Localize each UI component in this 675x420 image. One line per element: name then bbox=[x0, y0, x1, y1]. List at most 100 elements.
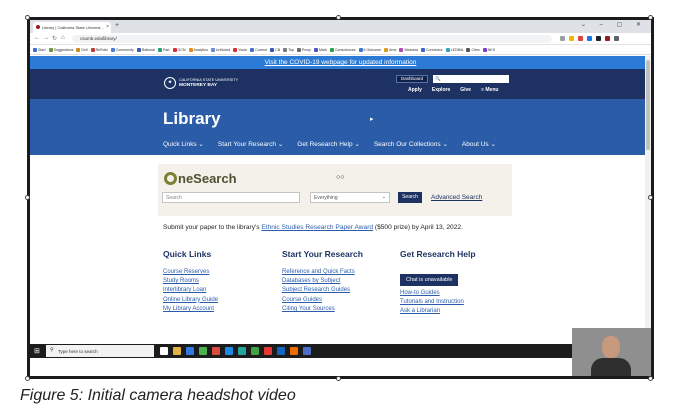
taskbar-app-icon[interactable] bbox=[238, 347, 246, 355]
extension-icon[interactable] bbox=[560, 36, 565, 41]
bookmark-favicon-icon bbox=[421, 47, 426, 52]
site-nav-item[interactable]: Apply bbox=[408, 87, 422, 93]
bookmark-item[interactable]: Community bbox=[110, 47, 134, 52]
resize-handle[interactable] bbox=[648, 195, 653, 200]
page-scrollbar[interactable] bbox=[645, 56, 651, 344]
url-input[interactable]: csumb.edu/library/ bbox=[72, 35, 552, 43]
reload-icon[interactable]: ↻ bbox=[52, 35, 57, 42]
covid-banner-link[interactable]: Visit the COVID-19 webpage for updated i… bbox=[30, 56, 651, 69]
bookmark-item[interactable]: GCN bbox=[172, 47, 186, 52]
resize-handle[interactable] bbox=[25, 195, 30, 200]
extension-icon[interactable] bbox=[569, 36, 574, 41]
column-link[interactable]: Tutorials and Instruction bbox=[400, 298, 476, 307]
extension-icon[interactable] bbox=[587, 36, 592, 41]
resize-handle[interactable] bbox=[648, 376, 653, 381]
bookmark-item[interactable]: Start bbox=[33, 47, 46, 52]
bookmark-item[interactable]: Ame bbox=[384, 47, 396, 52]
site-nav-item[interactable]: Explore bbox=[432, 87, 450, 93]
bookmark-item[interactable]: Cites bbox=[466, 47, 480, 52]
library-tab[interactable]: Search Our Collections ⌄ bbox=[374, 140, 448, 148]
column-link[interactable]: Online Library Guide bbox=[163, 296, 218, 305]
bookmark-item[interactable]: It Outcome bbox=[358, 47, 381, 52]
browser-tab-bar: Library | California State Universi... ×… bbox=[30, 20, 651, 33]
column-link[interactable]: Databases by Subject bbox=[282, 277, 363, 286]
bookmark-item[interactable]: Meadow bbox=[399, 47, 418, 52]
browser-tab[interactable]: Library | California State Universi... × bbox=[33, 22, 111, 33]
taskbar-app-icon[interactable] bbox=[303, 347, 311, 355]
extension-icon[interactable] bbox=[578, 36, 583, 41]
column-link[interactable]: Subject Research Guides bbox=[282, 286, 363, 295]
column-link[interactable]: My Library Account bbox=[163, 305, 218, 314]
scrollbar-thumb[interactable] bbox=[646, 60, 650, 150]
resize-handle[interactable] bbox=[25, 376, 30, 381]
taskbar-app-icon[interactable] bbox=[225, 347, 233, 355]
library-tab[interactable]: Get Research Help ⌄ bbox=[297, 140, 360, 148]
resize-handle[interactable] bbox=[25, 15, 30, 20]
taskbar-app-icon[interactable] bbox=[212, 347, 220, 355]
site-nav-item[interactable]: Give bbox=[460, 87, 471, 93]
back-icon[interactable]: ← bbox=[34, 35, 40, 41]
taskbar-app-icon[interactable] bbox=[173, 347, 181, 355]
taskbar-app-icon[interactable] bbox=[160, 347, 168, 355]
library-tab[interactable]: Start Your Research ⌄ bbox=[218, 140, 283, 148]
advanced-search-link[interactable]: Advanced Search bbox=[431, 194, 482, 201]
bookmark-item[interactable]: Youtu bbox=[233, 47, 247, 52]
taskbar-app-icon[interactable] bbox=[186, 347, 194, 355]
taskbar-search-input[interactable]: ⚲ Type here to search bbox=[46, 345, 154, 357]
bookmark-item[interactable]: Proxy bbox=[296, 47, 311, 52]
home-icon[interactable]: ⌂ bbox=[61, 35, 65, 41]
bookmark-item[interactable]: Tsp bbox=[283, 47, 294, 52]
extension-icon[interactable] bbox=[596, 36, 601, 41]
dashboard-button[interactable]: Dashboard bbox=[396, 75, 429, 83]
new-tab-icon[interactable]: + bbox=[115, 22, 119, 29]
taskbar-app-icon[interactable] bbox=[251, 347, 259, 355]
bookmark-item[interactable]: Dell bbox=[76, 47, 88, 52]
bookmark-item[interactable]: CB bbox=[270, 47, 280, 52]
library-tab[interactable]: About Us ⌄ bbox=[462, 140, 496, 148]
column-link[interactable]: Course Reserves bbox=[163, 268, 218, 277]
bookmark-item[interactable]: Connector bbox=[421, 47, 443, 52]
bookmark-item[interactable]: ReRdst bbox=[90, 47, 108, 52]
taskbar-app-icon[interactable] bbox=[290, 347, 298, 355]
onesearch-input[interactable]: Search bbox=[162, 192, 300, 203]
window-controls[interactable]: ⌄ – ▢ ✕ bbox=[581, 21, 647, 28]
column-link[interactable]: Study Rooms bbox=[163, 277, 218, 286]
bookmark-item[interactable]: NKS bbox=[482, 47, 495, 52]
resize-handle[interactable] bbox=[336, 376, 341, 381]
bookmark-favicon-icon bbox=[33, 47, 37, 52]
resize-handle[interactable] bbox=[648, 15, 653, 20]
bookmark-item[interactable]: Current bbox=[250, 47, 267, 52]
taskbar-app-icon[interactable] bbox=[199, 347, 207, 355]
extension-icon[interactable] bbox=[614, 36, 619, 41]
bookmark-item[interactable]: Part bbox=[157, 47, 170, 52]
paper-award-link[interactable]: Ethnic Studies Research Paper Award bbox=[261, 224, 373, 231]
site-search-input[interactable]: 🔍 bbox=[433, 75, 509, 83]
bookmark-item[interactable]: Rational bbox=[136, 47, 155, 52]
chat-button[interactable]: Chat is unavailable bbox=[400, 274, 459, 286]
column-link[interactable]: Interlibrary Loan bbox=[163, 286, 218, 295]
start-icon[interactable]: ⊞ bbox=[34, 347, 40, 355]
forward-icon[interactable]: → bbox=[43, 35, 49, 41]
column-link[interactable]: How-to Guides bbox=[400, 289, 476, 298]
taskbar-app-icon[interactable] bbox=[264, 347, 272, 355]
bookmark-item[interactable]: LEDBIA bbox=[445, 47, 463, 52]
bookmark-item[interactable]: UnNuted bbox=[210, 47, 230, 52]
taskbar-app-icon[interactable] bbox=[277, 347, 285, 355]
resize-handle[interactable] bbox=[336, 15, 341, 20]
site-nav-item[interactable]: ≡ Menu bbox=[481, 87, 498, 93]
close-tab-icon[interactable]: × bbox=[106, 24, 109, 30]
csumb-logo[interactable]: ✦ CALIFORNIA STATE UNIVERSITY MONTEREY B… bbox=[164, 77, 238, 89]
bookmark-item[interactable]: Consciences bbox=[329, 47, 356, 52]
scope-select[interactable]: Everything ⌄ bbox=[310, 192, 390, 203]
extension-icon[interactable] bbox=[605, 36, 610, 41]
library-tab[interactable]: Quick Links ⌄ bbox=[163, 140, 204, 148]
column-link[interactable]: Ask a Librarian bbox=[400, 307, 476, 316]
bookmark-item[interactable]: Analytics bbox=[188, 47, 208, 52]
bookmark-item[interactable]: Suggestions bbox=[48, 47, 73, 52]
bookmark-favicon-icon bbox=[399, 47, 404, 52]
search-button[interactable]: Search bbox=[398, 192, 422, 203]
column-link[interactable]: Course Guides bbox=[282, 296, 363, 305]
bookmark-item[interactable]: Mark bbox=[313, 47, 327, 52]
column-link[interactable]: Citing Your Sources bbox=[282, 305, 363, 314]
column-link[interactable]: Reference and Quick Facts bbox=[282, 268, 363, 277]
